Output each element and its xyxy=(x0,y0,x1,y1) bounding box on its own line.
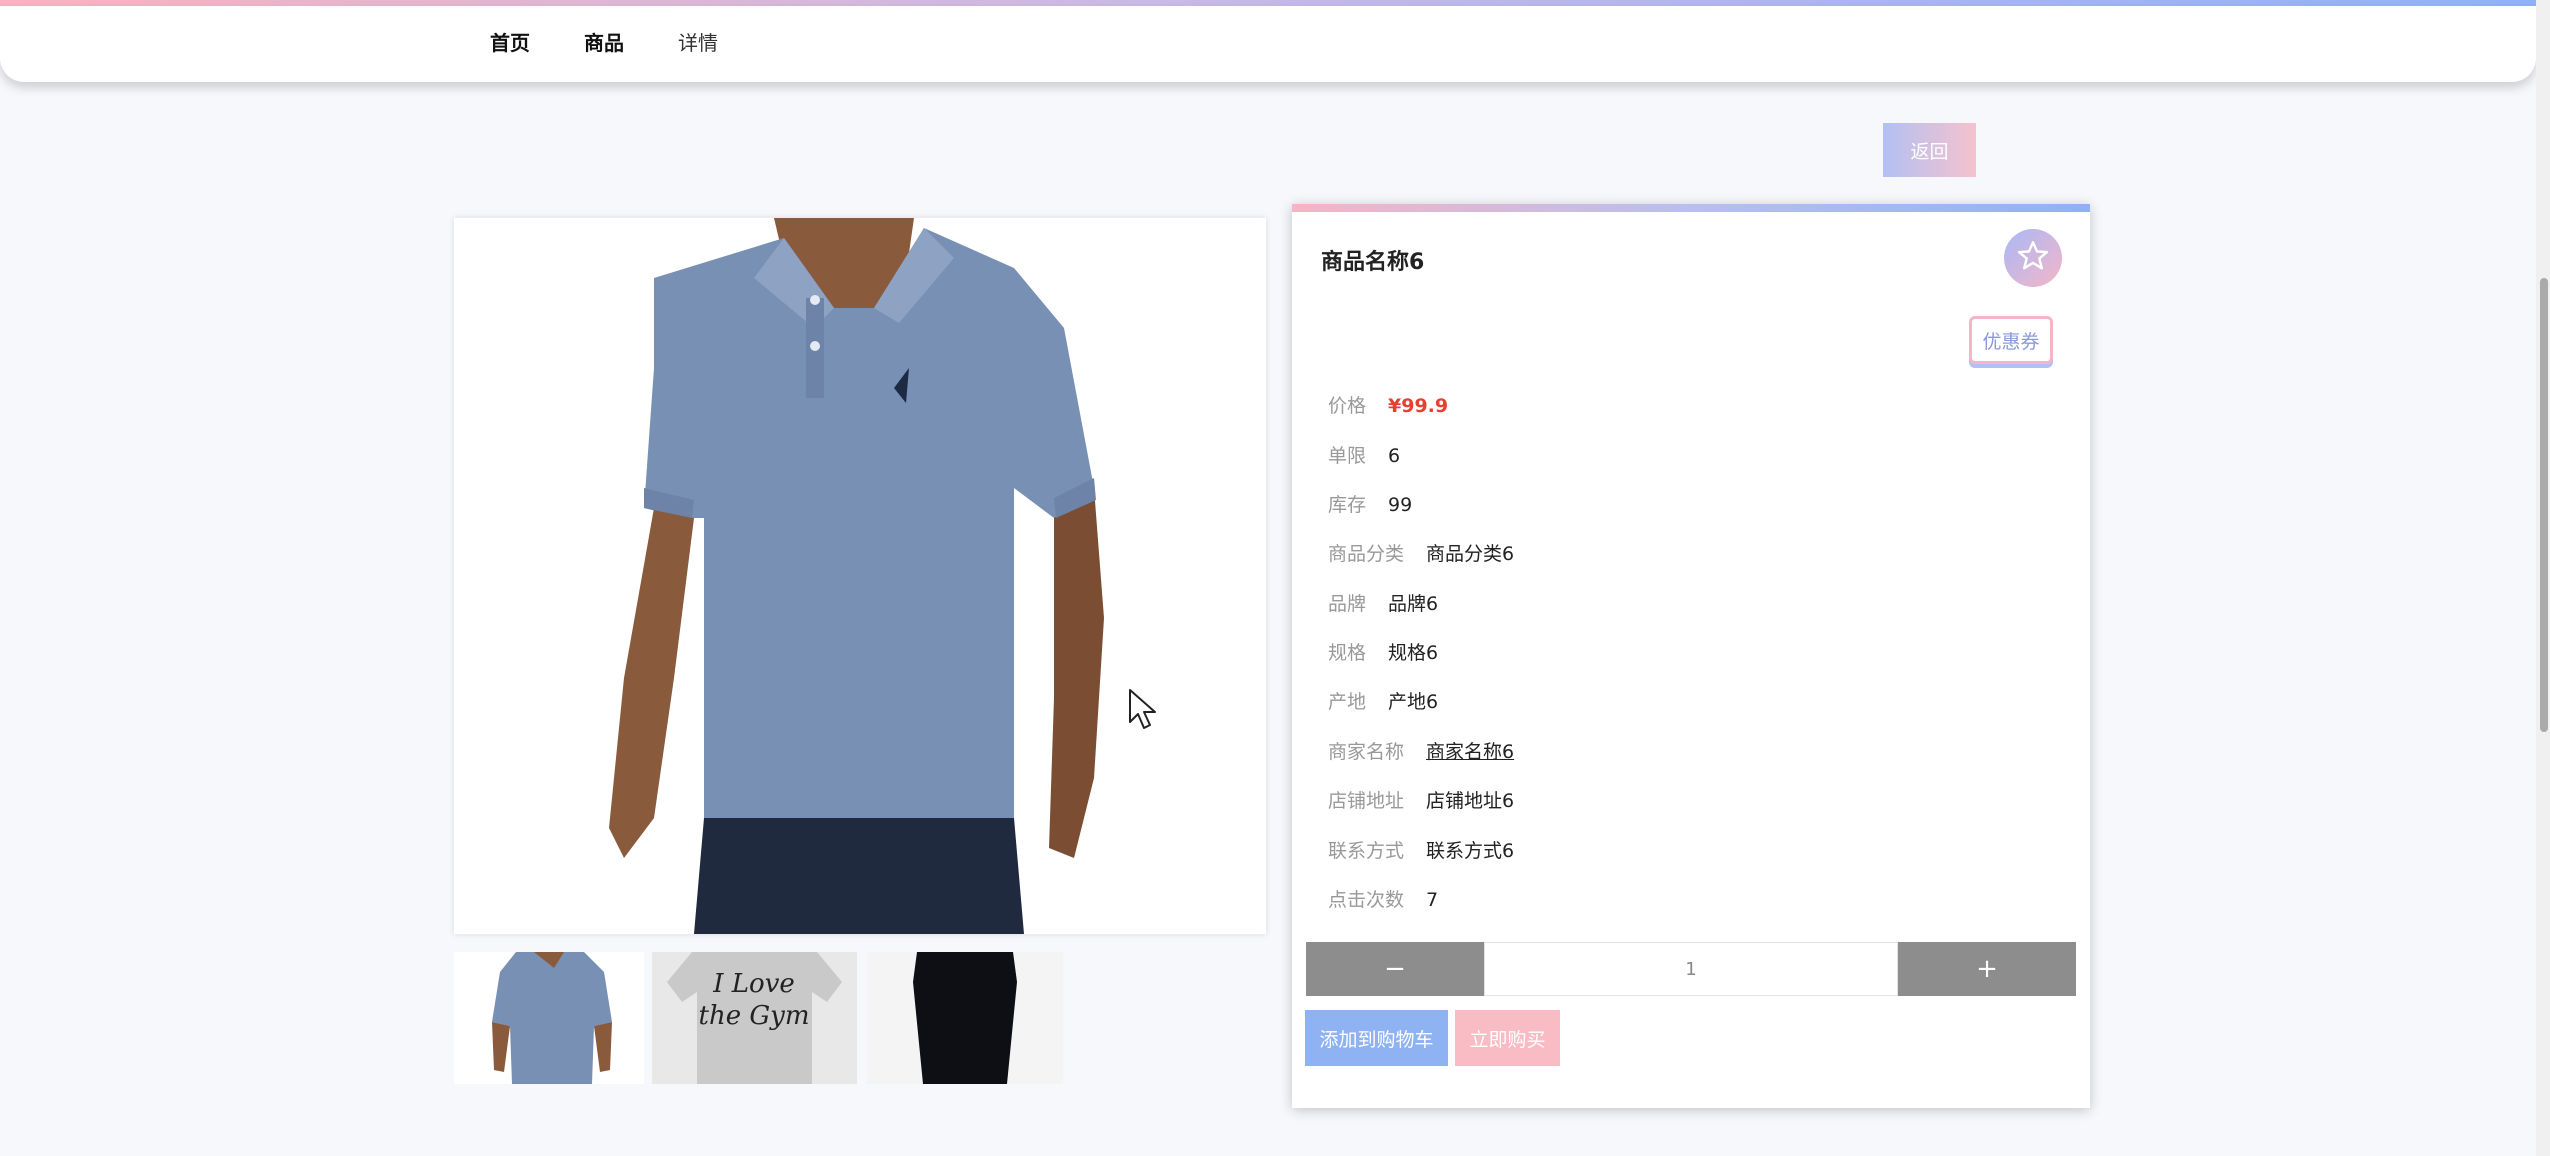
buy-now-button[interactable]: 立即购买 xyxy=(1455,1010,1560,1066)
thumbnail-strip: I Love the Gym xyxy=(454,952,1266,1084)
nav-menu: 首页 商品 详情 xyxy=(490,28,772,58)
nav-item-home[interactable]: 首页 xyxy=(490,28,530,58)
field-label: 商家名称 xyxy=(1328,741,1405,763)
field-value: 99 xyxy=(1388,494,1413,516)
field-label: 商品分类 xyxy=(1328,543,1405,565)
field-row-category: 商品分类 商品分类6 xyxy=(1328,540,1514,568)
add-to-cart-button[interactable]: 添加到购物车 xyxy=(1305,1010,1448,1066)
mouse-cursor-icon xyxy=(1128,688,1158,734)
field-value: 商品分类6 xyxy=(1426,543,1515,565)
field-row-clicks: 点击次数 7 xyxy=(1328,886,1438,914)
field-row-address: 店铺地址 店铺地址6 xyxy=(1328,787,1514,815)
field-row-limit: 单限 6 xyxy=(1328,442,1400,470)
field-value: 7 xyxy=(1426,889,1439,911)
field-label: 品牌 xyxy=(1328,593,1367,615)
field-row-spec: 规格 规格6 xyxy=(1328,639,1438,667)
quantity-stepper: − 1 + xyxy=(1306,942,2076,996)
field-label: 单限 xyxy=(1328,445,1367,467)
field-label: 库存 xyxy=(1328,494,1367,516)
field-row-origin: 产地 产地6 xyxy=(1328,688,1438,716)
card-gradient-bar xyxy=(1292,204,2090,212)
thumbnail-black-top[interactable] xyxy=(867,952,1063,1084)
field-row-brand: 品牌 品牌6 xyxy=(1328,590,1438,618)
thumbnail-grey-tshirt[interactable]: I Love the Gym xyxy=(652,952,857,1084)
field-label: 联系方式 xyxy=(1328,840,1405,862)
star-icon xyxy=(2015,238,2051,278)
field-value: 规格6 xyxy=(1388,642,1439,664)
field-label: 点击次数 xyxy=(1328,889,1405,911)
field-row-stock: 库存 99 xyxy=(1328,491,1412,519)
nav-item-products[interactable]: 商品 xyxy=(584,28,624,58)
quantity-decrease-button[interactable]: − xyxy=(1306,942,1484,996)
field-label: 产地 xyxy=(1328,691,1367,713)
field-value: 店铺地址6 xyxy=(1426,790,1515,812)
nav-item-detail[interactable]: 详情 xyxy=(678,28,718,58)
svg-text:the Gym: the Gym xyxy=(699,1001,810,1031)
field-row-merchant: 商家名称 商家名称6 xyxy=(1328,738,1514,766)
field-label: 店铺地址 xyxy=(1328,790,1405,812)
field-row-contact: 联系方式 联系方式6 xyxy=(1328,837,1514,865)
field-label: 规格 xyxy=(1328,642,1367,664)
field-value: 联系方式6 xyxy=(1426,840,1515,862)
field-row-price: 价格 ¥99.9 xyxy=(1328,392,1448,420)
merchant-link[interactable]: 商家名称6 xyxy=(1426,738,1514,766)
header-nav: 首页 商品 详情 xyxy=(0,6,2536,82)
field-value: 6 xyxy=(1388,445,1401,467)
coupon-button[interactable]: 优惠券 xyxy=(1969,316,2053,364)
field-value: 品牌6 xyxy=(1388,593,1439,615)
svg-text:I Love: I Love xyxy=(712,969,795,999)
scrollbar-thumb[interactable] xyxy=(2540,278,2548,732)
product-info-card: 商品名称6 优惠券 价格 ¥99.9 单限 6 库存 99 商品分类 商品分类6 品牌品… xyxy=(1292,204,2090,1108)
field-value: 产地6 xyxy=(1388,691,1439,713)
field-label: 价格 xyxy=(1328,395,1367,417)
favorite-button[interactable] xyxy=(2004,229,2062,287)
quantity-input[interactable]: 1 xyxy=(1484,942,1898,996)
quantity-increase-button[interactable]: + xyxy=(1898,942,2076,996)
product-title: 商品名称6 xyxy=(1321,250,1425,275)
thumbnail-blue-polo[interactable] xyxy=(454,952,644,1084)
price-value: ¥99.9 xyxy=(1388,395,1449,417)
back-button[interactable]: 返回 xyxy=(1883,123,1976,177)
main-product-image xyxy=(454,218,1266,934)
